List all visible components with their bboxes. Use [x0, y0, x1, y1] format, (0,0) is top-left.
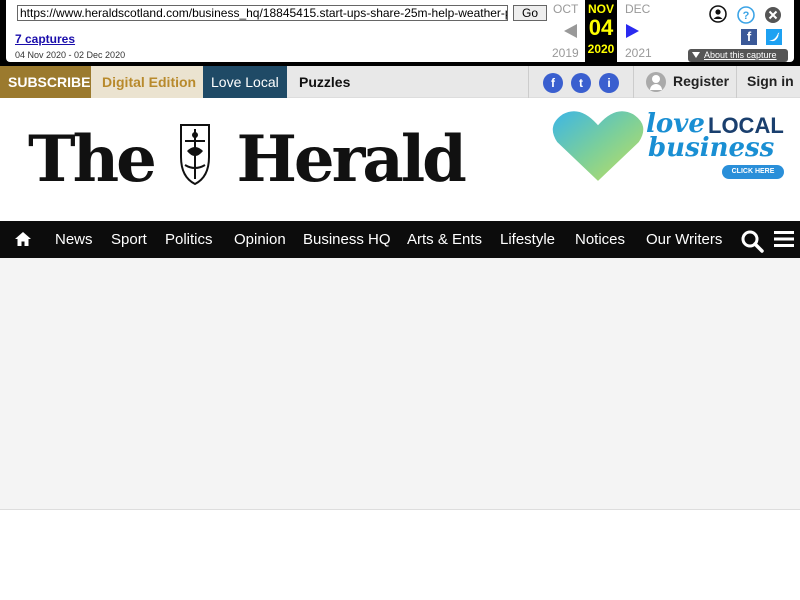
- register-link[interactable]: Register: [673, 66, 729, 96]
- wayback-current-day: 04: [588, 15, 614, 40]
- wayback-next-year[interactable]: 2021: [625, 46, 652, 60]
- user-avatar-icon[interactable]: [646, 72, 666, 92]
- menu-icon[interactable]: [774, 230, 794, 248]
- wayback-prev-month[interactable]: OCT: [553, 2, 578, 16]
- topbar-divider: [528, 66, 529, 98]
- love-local-link[interactable]: Love Local: [203, 66, 287, 98]
- nav-lifestyle[interactable]: Lifestyle: [500, 221, 555, 259]
- wayback-current-year: 2020: [587, 42, 615, 56]
- nav-arts-ents[interactable]: Arts & Ents: [407, 221, 482, 259]
- wayback-toolbar-panel: https://www.heraldscotland.com/business_…: [6, 0, 794, 62]
- heart-icon: [549, 108, 647, 186]
- herald-logo[interactable]: The Herald: [28, 120, 467, 200]
- ad-placeholder-area: [0, 258, 800, 509]
- wayback-captures-link[interactable]: 7 captures: [15, 32, 75, 46]
- masthead: The Herald love LOCAL business CLICK HER…: [0, 98, 800, 221]
- wayback-next-month[interactable]: DEC: [625, 2, 650, 16]
- wayback-url-input[interactable]: https://www.heraldscotland.com/business_…: [17, 5, 508, 21]
- wayback-go-button[interactable]: Go: [513, 5, 547, 21]
- nav-opinion[interactable]: Opinion: [234, 221, 286, 259]
- ad-business-text: business: [648, 133, 775, 163]
- nav-business-hq[interactable]: Business HQ: [303, 221, 391, 259]
- ad-click-here-button[interactable]: CLICK HERE: [722, 165, 784, 179]
- svg-text:?: ?: [743, 10, 750, 22]
- sign-in-link[interactable]: Sign in: [747, 66, 794, 96]
- top-bar: SUBSCRIBE Digital Edition Love Local Puz…: [0, 66, 800, 98]
- subscribe-link[interactable]: SUBSCRIBE: [0, 66, 99, 98]
- nav-politics[interactable]: Politics: [165, 221, 213, 259]
- logo-text-the: The: [28, 122, 157, 197]
- facebook-icon[interactable]: f: [543, 73, 563, 93]
- nav-notices[interactable]: Notices: [575, 221, 625, 259]
- wayback-close-icon[interactable]: [764, 6, 782, 24]
- main-nav: News Sport Politics Opinion Business HQ …: [0, 221, 800, 258]
- wayback-current-capture: NOV 04 2020: [585, 0, 617, 62]
- wayback-next-arrow-icon[interactable]: [626, 24, 639, 38]
- twitter-icon[interactable]: t: [571, 73, 591, 93]
- instagram-icon[interactable]: i: [599, 73, 619, 93]
- topbar-divider: [633, 66, 634, 98]
- crest-icon: [180, 124, 211, 186]
- nav-news[interactable]: News: [55, 221, 93, 259]
- digital-edition-link[interactable]: Digital Edition: [91, 66, 208, 98]
- wayback-prev-year[interactable]: 2019: [552, 46, 579, 60]
- topbar-divider: [736, 66, 737, 98]
- logo-text-herald: Herald: [236, 122, 466, 197]
- wayback-account-icon[interactable]: [709, 5, 727, 23]
- nav-our-writers[interactable]: Our Writers: [646, 221, 722, 259]
- wayback-current-month: NOV: [587, 2, 614, 16]
- wayback-about-capture-link[interactable]: About this capture: [688, 49, 788, 62]
- wayback-prev-arrow-icon[interactable]: [564, 24, 577, 38]
- love-local-business-ad[interactable]: love LOCAL business CLICK HERE: [548, 103, 788, 187]
- wayback-help-icon[interactable]: ?: [737, 6, 755, 24]
- wayback-facebook-icon[interactable]: f: [741, 29, 757, 45]
- wayback-twitter-icon[interactable]: [766, 29, 782, 45]
- nav-sport[interactable]: Sport: [111, 221, 147, 259]
- wayback-toolbar: https://www.heraldscotland.com/business_…: [0, 0, 800, 66]
- search-icon[interactable]: [740, 229, 764, 253]
- section-divider: [0, 509, 800, 510]
- puzzles-link[interactable]: Puzzles: [288, 66, 361, 98]
- wayback-capture-range: 04 Nov 2020 - 02 Dec 2020: [15, 50, 126, 60]
- home-icon[interactable]: [14, 231, 32, 247]
